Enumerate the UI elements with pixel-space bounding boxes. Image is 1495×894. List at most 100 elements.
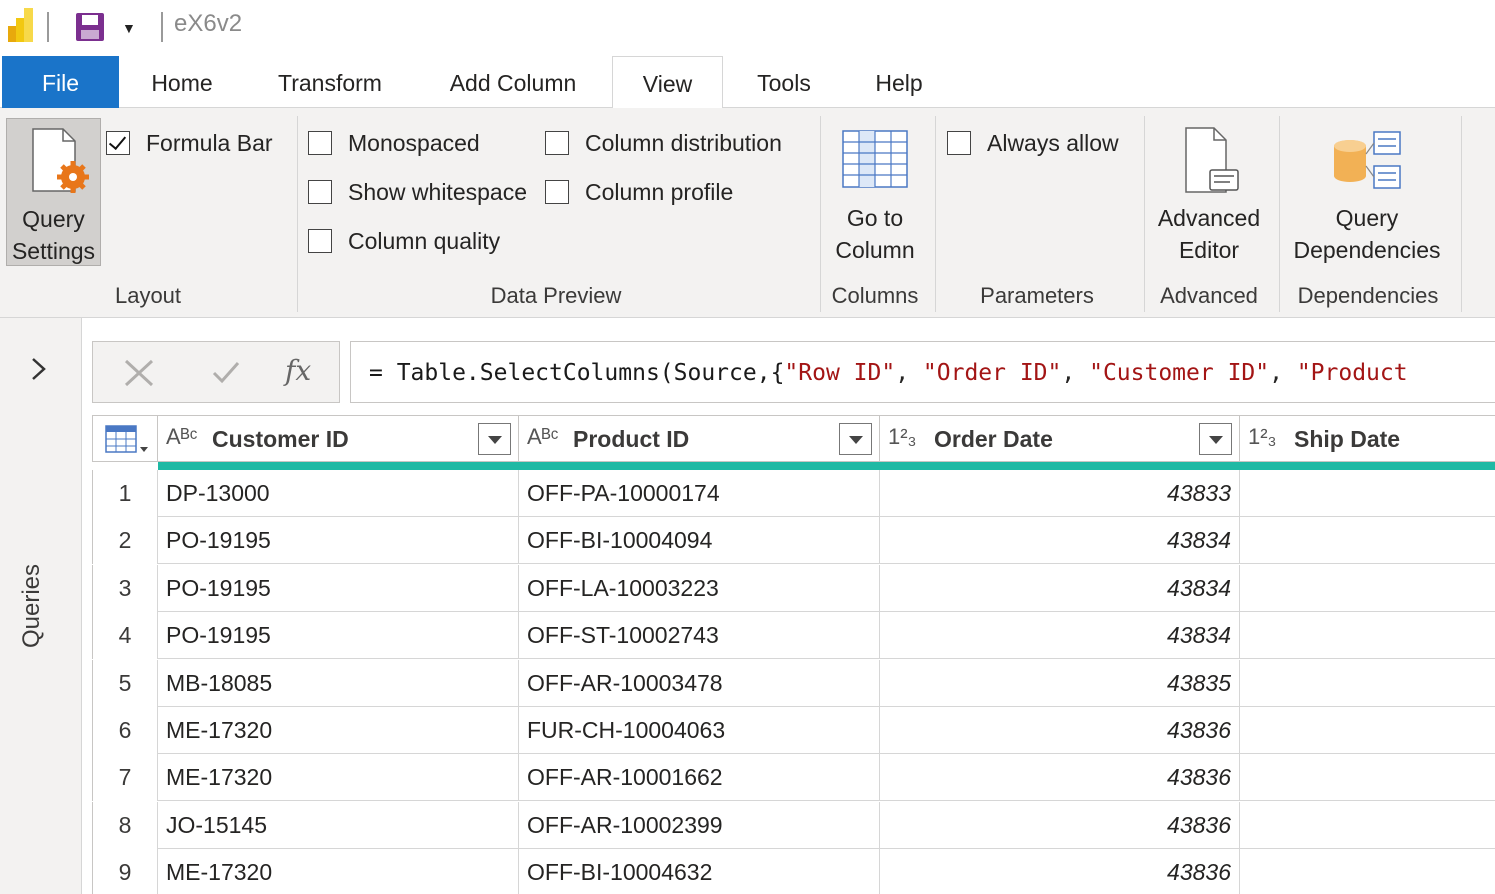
tab-add-column[interactable]: Add Column: [428, 56, 598, 108]
cell-product-id[interactable]: OFF-BI-10004094: [519, 517, 880, 565]
table-row[interactable]: 5 MB-18085 OFF-AR-10003478 43835: [92, 659, 1495, 707]
cell-order-date[interactable]: 43836: [880, 849, 1240, 894]
show-whitespace-checkbox[interactable]: [308, 180, 332, 204]
expand-chevron-icon[interactable]: [28, 356, 50, 382]
number-type-icon[interactable]: 1²₃: [1248, 424, 1277, 450]
save-icon[interactable]: [74, 12, 106, 42]
table-menu-button[interactable]: [92, 415, 158, 462]
cell-ship-date[interactable]: [1240, 470, 1495, 517]
commit-check-icon[interactable]: [211, 358, 241, 386]
formula-bar-checkbox[interactable]: [106, 131, 130, 155]
cell-product-id[interactable]: OFF-ST-10002743: [519, 612, 880, 660]
query-settings-button[interactable]: Query Settings: [6, 118, 101, 266]
data-grid: Aᴮᶜ Customer ID Aᴮᶜ Product ID 1²₃ Order…: [92, 415, 1495, 894]
table-row[interactable]: 8 JO-15145 OFF-AR-10002399 43836: [92, 801, 1495, 849]
text-type-icon[interactable]: Aᴮᶜ: [527, 424, 559, 450]
row-number[interactable]: 9: [92, 849, 158, 894]
cell-order-date[interactable]: 43834: [880, 612, 1240, 660]
advanced-editor-button[interactable]: Advanced Editor: [1150, 118, 1268, 266]
column-distribution-checkbox[interactable]: [545, 131, 569, 155]
row-number[interactable]: 6: [92, 707, 158, 754]
cell-order-date[interactable]: 43834: [880, 517, 1240, 565]
table-row[interactable]: 1 DP-13000 OFF-PA-10000174 43833: [92, 470, 1495, 517]
row-number[interactable]: 1: [92, 470, 158, 517]
text-type-icon[interactable]: Aᴮᶜ: [166, 424, 198, 450]
tab-help[interactable]: Help: [856, 56, 942, 108]
formula-input[interactable]: = Table.SelectColumns(Source,{"Row ID", …: [350, 341, 1495, 403]
cell-order-date[interactable]: 43835: [880, 659, 1240, 707]
row-number[interactable]: 7: [92, 754, 158, 802]
cell-ship-date[interactable]: [1240, 849, 1495, 894]
cell-customer-id[interactable]: MB-18085: [158, 659, 519, 707]
cell-customer-id[interactable]: ME-17320: [158, 754, 519, 802]
column-quality-checkbox[interactable]: [308, 229, 332, 253]
cell-product-id[interactable]: OFF-LA-10003223: [519, 564, 880, 612]
quick-access-dropdown-icon[interactable]: ▼: [122, 20, 136, 36]
column-header-order-date[interactable]: 1²₃ Order Date: [880, 415, 1240, 462]
cell-ship-date[interactable]: [1240, 660, 1495, 707]
column-name: Ship Date: [1294, 426, 1401, 452]
cell-order-date[interactable]: 43836: [880, 707, 1240, 754]
cell-ship-date[interactable]: [1240, 802, 1495, 849]
column-header-customer-id[interactable]: Aᴮᶜ Customer ID: [158, 415, 519, 462]
filter-dropdown-button[interactable]: [478, 423, 511, 455]
row-number[interactable]: 5: [92, 659, 158, 707]
table-row[interactable]: 7 ME-17320 OFF-AR-10001662 43836: [92, 754, 1495, 802]
cell-order-date[interactable]: 43834: [880, 564, 1240, 612]
filter-dropdown-button[interactable]: [1199, 423, 1232, 455]
cell-product-id[interactable]: OFF-PA-10000174: [519, 470, 880, 517]
tab-tools[interactable]: Tools: [740, 56, 828, 108]
title-separator: [161, 12, 163, 42]
cell-ship-date[interactable]: [1240, 612, 1495, 659]
cell-product-id[interactable]: OFF-BI-10004632: [519, 849, 880, 894]
cell-ship-date[interactable]: [1240, 754, 1495, 801]
tab-home[interactable]: Home: [130, 56, 234, 108]
table-row[interactable]: 6 ME-17320 FUR-CH-10004063 43836: [92, 707, 1495, 754]
row-number[interactable]: 4: [92, 612, 158, 660]
cancel-icon[interactable]: [123, 358, 155, 388]
row-number[interactable]: 2: [92, 517, 158, 565]
cell-product-id[interactable]: OFF-AR-10003478: [519, 659, 880, 707]
number-type-icon[interactable]: 1²₃: [888, 424, 917, 450]
cell-ship-date[interactable]: [1240, 565, 1495, 612]
filter-dropdown-button[interactable]: [839, 423, 872, 455]
cell-customer-id[interactable]: DP-13000: [158, 470, 519, 517]
column-header-product-id[interactable]: Aᴮᶜ Product ID: [519, 415, 880, 462]
column-name: Customer ID: [212, 426, 349, 452]
cell-product-id[interactable]: FUR-CH-10004063: [519, 707, 880, 754]
table-row[interactable]: 2 PO-19195 OFF-BI-10004094 43834: [92, 517, 1495, 565]
always-allow-checkbox[interactable]: [947, 131, 971, 155]
cell-product-id[interactable]: OFF-AR-10001662: [519, 754, 880, 802]
column-profile-checkbox[interactable]: [545, 180, 569, 204]
cell-customer-id[interactable]: PO-19195: [158, 612, 519, 660]
table-row[interactable]: 4 PO-19195 OFF-ST-10002743 43834: [92, 612, 1495, 660]
queries-pane[interactable]: Queries: [0, 318, 82, 894]
cell-order-date[interactable]: 43833: [880, 470, 1240, 517]
cell-ship-date[interactable]: [1240, 707, 1495, 754]
tab-view[interactable]: View: [612, 56, 723, 109]
column-profile-label: Column profile: [585, 179, 734, 205]
tab-file[interactable]: File: [2, 56, 119, 108]
cell-customer-id[interactable]: JO-15145: [158, 801, 519, 849]
cell-customer-id[interactable]: PO-19195: [158, 517, 519, 565]
cell-customer-id[interactable]: ME-17320: [158, 849, 519, 894]
cell-order-date[interactable]: 43836: [880, 801, 1240, 849]
table-row[interactable]: 3 PO-19195 OFF-LA-10003223 43834: [92, 564, 1495, 612]
query-dependencies-button[interactable]: Query Dependencies: [1284, 118, 1450, 266]
cell-product-id[interactable]: OFF-AR-10002399: [519, 801, 880, 849]
row-number[interactable]: 3: [92, 564, 158, 612]
cell-ship-date[interactable]: [1240, 517, 1495, 564]
cell-customer-id[interactable]: PO-19195: [158, 564, 519, 612]
monospaced-checkbox[interactable]: [308, 131, 332, 155]
column-name: Order Date: [934, 426, 1053, 452]
cell-customer-id[interactable]: ME-17320: [158, 707, 519, 754]
column-header-ship-date[interactable]: 1²₃ Ship Date: [1240, 415, 1495, 462]
table-row[interactable]: 9 ME-17320 OFF-BI-10004632 43836: [92, 849, 1495, 894]
formula-string: "Product: [1296, 360, 1408, 386]
row-number[interactable]: 8: [92, 801, 158, 849]
cell-order-date[interactable]: 43836: [880, 754, 1240, 802]
tab-transform[interactable]: Transform: [258, 56, 402, 108]
fx-icon[interactable]: fx: [285, 354, 311, 387]
column-name: Product ID: [573, 426, 690, 452]
go-to-column-button[interactable]: Go to Column: [826, 118, 924, 266]
